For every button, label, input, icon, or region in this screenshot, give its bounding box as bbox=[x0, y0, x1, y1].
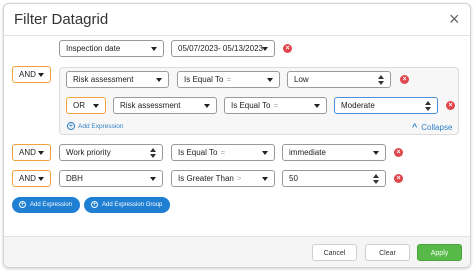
caret-down-icon bbox=[93, 104, 99, 108]
header-divider bbox=[4, 35, 470, 36]
close-icon[interactable]: × bbox=[449, 10, 460, 28]
field-select-row3[interactable]: Work priority bbox=[59, 144, 163, 161]
operator-label: Is Equal To bbox=[178, 148, 218, 157]
field-select-group-row1[interactable]: Risk assessment bbox=[66, 71, 169, 88]
filter-dialog: Filter Datagrid × Inspection date 05/07/… bbox=[3, 3, 471, 268]
field-select-row4[interactable]: DBH bbox=[59, 170, 163, 187]
operator-symbol: = bbox=[273, 101, 279, 110]
logic-select-row4[interactable]: AND bbox=[12, 170, 51, 187]
add-expression-group-button[interactable]: + Add Expression Group bbox=[84, 197, 171, 213]
field-select-label: Work priority bbox=[66, 148, 111, 157]
dialog-title: Filter Datagrid bbox=[14, 11, 109, 28]
operator-symbol: > bbox=[236, 174, 242, 183]
field-select-row1[interactable]: Inspection date bbox=[59, 40, 164, 57]
value-input-row4[interactable]: 50 bbox=[282, 170, 386, 187]
field-select-label: DBH bbox=[66, 174, 83, 183]
caret-down-icon bbox=[373, 151, 379, 155]
remove-icon[interactable]: × bbox=[400, 75, 409, 84]
value-select-group-row1[interactable]: Low bbox=[287, 71, 391, 88]
field-select-label: Risk assessment bbox=[120, 101, 181, 110]
value-label: Low bbox=[294, 75, 309, 84]
operator-label: Is Equal To bbox=[184, 75, 224, 84]
caret-down-icon bbox=[150, 177, 156, 181]
date-range-select-row1[interactable]: 05/07/2023- 05/13/2023 bbox=[171, 40, 275, 57]
group-logic-select[interactable]: AND bbox=[12, 66, 51, 83]
remove-icon[interactable]: × bbox=[394, 148, 403, 157]
logic-label: AND bbox=[19, 174, 36, 183]
logic-select-group-row2[interactable]: OR bbox=[66, 97, 106, 114]
plus-circle-icon: + bbox=[67, 121, 75, 131]
operator-select-group-row2[interactable]: Is Equal To = bbox=[224, 97, 327, 114]
caret-down-icon bbox=[314, 104, 320, 108]
date-range-label: 05/07/2023- 05/13/2023 bbox=[178, 44, 263, 53]
remove-icon[interactable]: × bbox=[283, 44, 292, 53]
value-label: immediate bbox=[289, 148, 326, 157]
field-select-label: Inspection date bbox=[66, 44, 121, 53]
chevron-up-icon: ^ bbox=[412, 122, 418, 132]
caret-down-icon bbox=[262, 151, 268, 155]
group-add-expression-link[interactable]: + Add Expression bbox=[67, 122, 124, 132]
logic-select-row3[interactable]: AND bbox=[12, 144, 51, 161]
plus-circle-icon: + bbox=[91, 200, 98, 208]
caret-down-icon bbox=[38, 73, 44, 77]
value-label: Moderate bbox=[341, 101, 375, 110]
remove-icon[interactable]: × bbox=[394, 174, 403, 183]
caret-down-icon bbox=[267, 78, 273, 82]
logic-label: AND bbox=[19, 148, 36, 157]
cancel-button[interactable]: Cancel bbox=[312, 244, 357, 261]
caret-down-icon bbox=[38, 177, 44, 181]
up-down-icon bbox=[150, 148, 156, 158]
caret-down-icon bbox=[204, 104, 210, 108]
collapse-label: Collapse bbox=[421, 123, 453, 132]
plus-circle-icon: + bbox=[19, 200, 26, 208]
operator-symbol: = bbox=[220, 148, 226, 157]
operator-label: Is Equal To bbox=[231, 101, 271, 110]
operator-label: Is Greater Than bbox=[178, 174, 234, 183]
collapse-link[interactable]: ^ Collapse bbox=[412, 122, 452, 133]
clear-button[interactable]: Clear bbox=[365, 244, 410, 261]
field-select-label: Risk assessment bbox=[73, 75, 134, 84]
caret-down-icon bbox=[38, 151, 44, 155]
caret-down-icon bbox=[262, 177, 268, 181]
up-down-icon bbox=[378, 75, 384, 85]
value-label: 50 bbox=[289, 174, 298, 183]
logic-label: OR bbox=[73, 101, 85, 110]
remove-icon[interactable]: × bbox=[446, 101, 455, 110]
add-expression-button[interactable]: + Add Expression bbox=[12, 197, 81, 213]
value-select-row3[interactable]: immediate bbox=[282, 144, 386, 161]
operator-symbol: = bbox=[226, 75, 232, 84]
operator-select-row4[interactable]: Is Greater Than > bbox=[171, 170, 275, 187]
add-expression-button-label: Add Expression bbox=[30, 202, 73, 208]
value-select-group-row2[interactable]: Moderate bbox=[334, 97, 438, 114]
logic-label: AND bbox=[19, 70, 36, 79]
caret-down-icon bbox=[151, 47, 157, 51]
up-down-icon bbox=[373, 174, 379, 184]
add-expression-label: Add Expression bbox=[78, 123, 124, 130]
caret-down-icon bbox=[156, 78, 162, 82]
operator-select-row3[interactable]: Is Equal To = bbox=[171, 144, 275, 161]
dialog-footer: Cancel Clear Apply bbox=[4, 236, 470, 267]
field-select-group-row2[interactable]: Risk assessment bbox=[113, 97, 217, 114]
apply-button[interactable]: Apply bbox=[417, 244, 462, 261]
add-expression-group-button-label: Add Expression Group bbox=[102, 202, 163, 208]
operator-select-group-row1[interactable]: Is Equal To = bbox=[177, 71, 280, 88]
up-down-icon bbox=[425, 101, 431, 111]
caret-down-icon bbox=[262, 47, 268, 51]
